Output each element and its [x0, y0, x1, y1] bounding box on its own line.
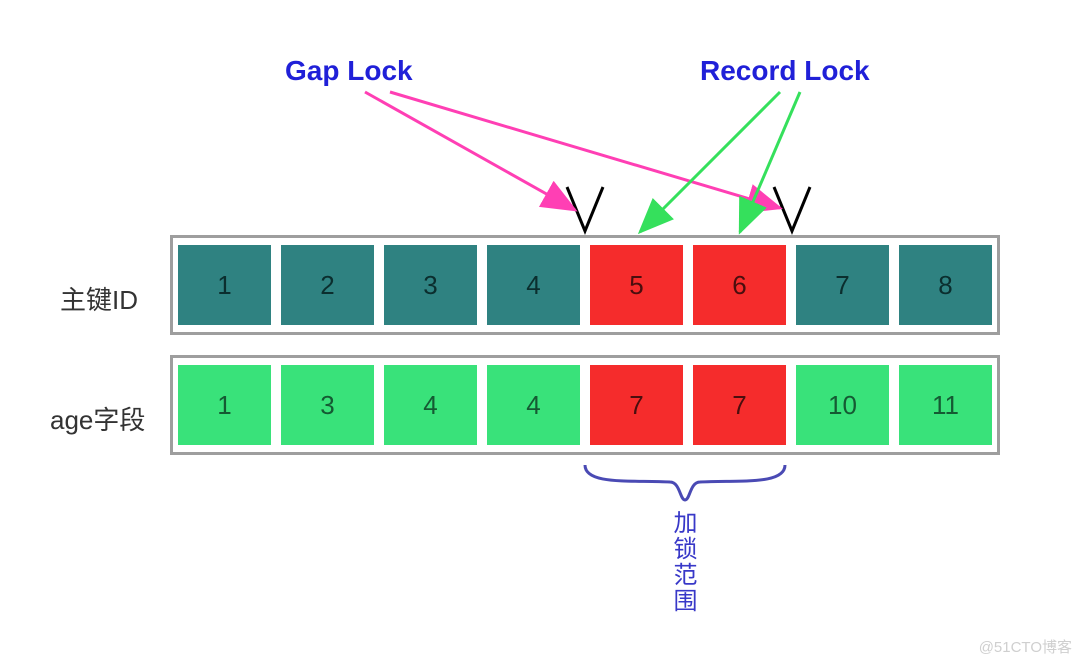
lock-range-brace-icon [580, 460, 790, 505]
gap-mark-icon [565, 185, 605, 235]
age-cell: 4 [384, 365, 477, 445]
gap-lock-arrow-icon [390, 92, 780, 208]
lock-range-label: 加锁范围 [665, 510, 700, 614]
pk-cell-locked: 6 [693, 245, 786, 325]
pk-cell: 2 [281, 245, 374, 325]
pk-cell: 7 [796, 245, 889, 325]
pk-cell-locked: 5 [590, 245, 683, 325]
age-cell: 10 [796, 365, 889, 445]
gap-lock-arrow-icon [365, 92, 575, 210]
row-primary-key: 1 2 3 4 5 6 7 8 [170, 235, 1000, 335]
pk-cell: 3 [384, 245, 477, 325]
row-age-field: 1 3 4 4 7 7 10 11 [170, 355, 1000, 455]
pk-cell: 1 [178, 245, 271, 325]
gap-mark-icon [772, 185, 812, 235]
age-cell: 4 [487, 365, 580, 445]
age-cell-locked: 7 [693, 365, 786, 445]
pk-cell: 8 [899, 245, 992, 325]
gap-lock-label: Gap Lock [285, 55, 413, 87]
record-lock-arrow-icon [640, 92, 780, 232]
watermark: @51CTO博客 [979, 636, 1072, 657]
age-cell: 3 [281, 365, 374, 445]
age-cell: 11 [899, 365, 992, 445]
record-lock-label: Record Lock [700, 55, 870, 87]
record-lock-arrow-icon [740, 92, 800, 232]
pk-cell: 4 [487, 245, 580, 325]
age-cell-locked: 7 [590, 365, 683, 445]
age-cell: 1 [178, 365, 271, 445]
row-label-age-field: age字段 [50, 400, 145, 437]
row-label-primary-key: 主键ID [60, 280, 138, 317]
